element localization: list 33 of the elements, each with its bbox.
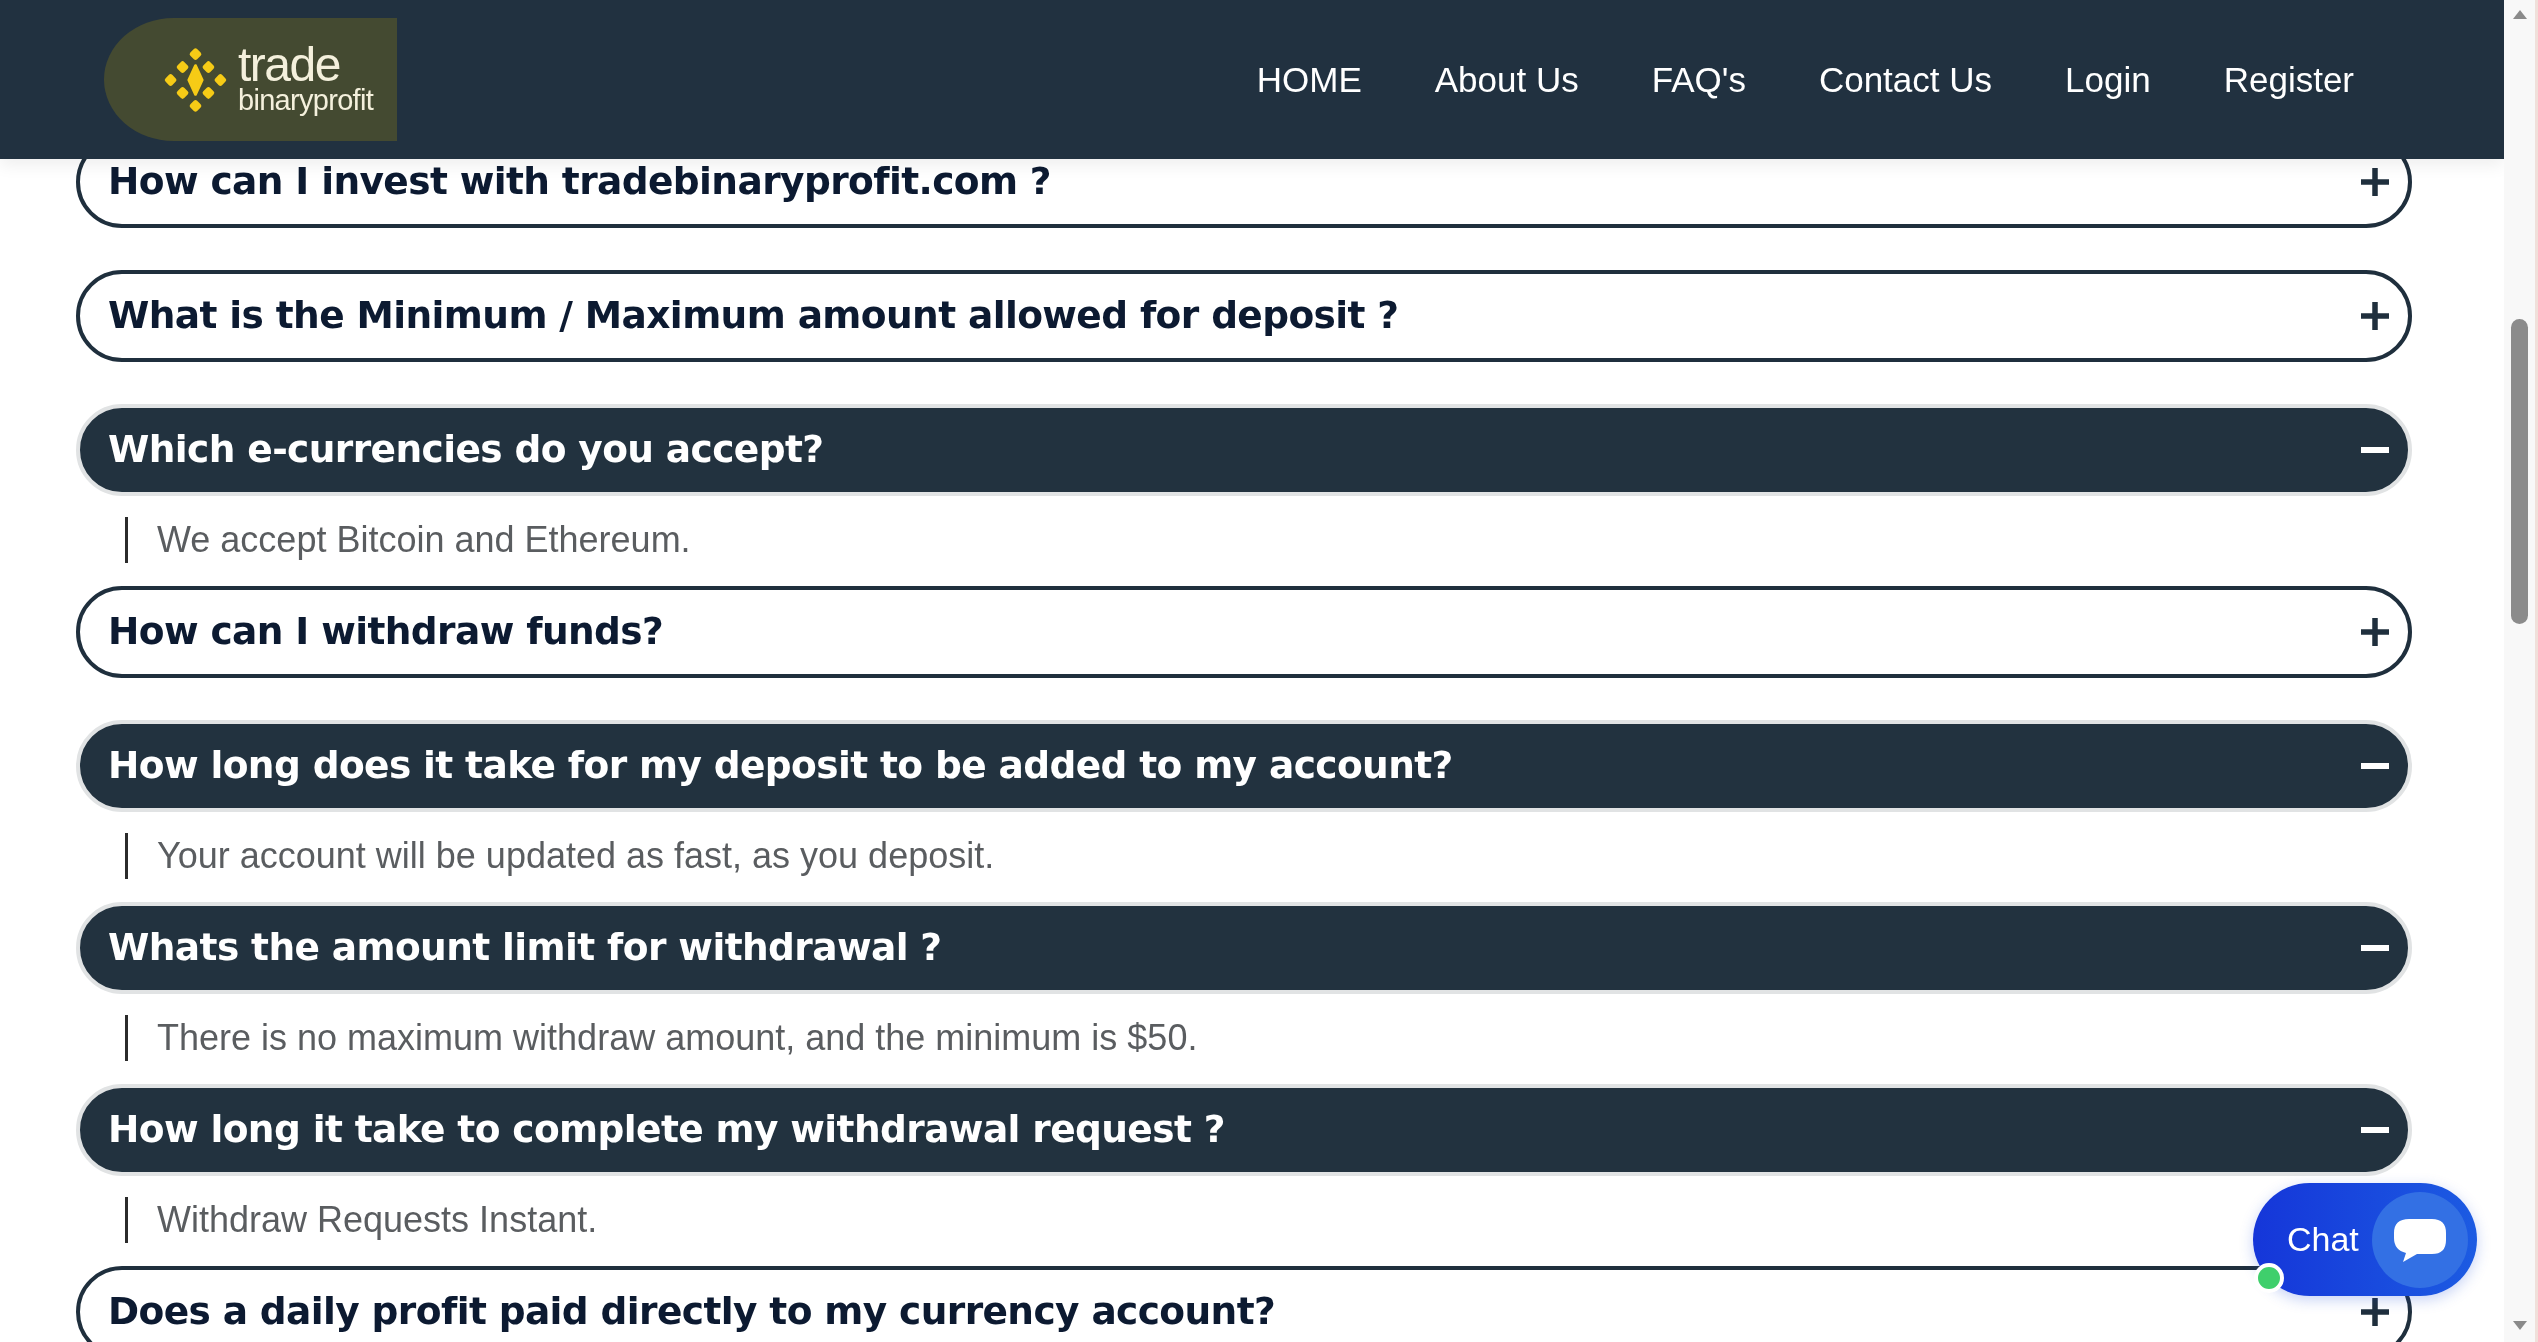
plus-icon xyxy=(2361,168,2389,196)
chat-bubble-icon xyxy=(2372,1191,2468,1288)
scrollbar[interactable] xyxy=(2504,0,2538,1342)
plus-icon xyxy=(2361,618,2389,646)
plus-icon xyxy=(2361,1298,2389,1326)
faq-answer: Your account will be updated as fast, as you deposit. xyxy=(125,833,995,879)
faq-answer: Withdraw Requests Instant. xyxy=(125,1197,598,1243)
faq-question[interactable]: Whats the amount limit for withdrawal ? xyxy=(76,902,2412,994)
scroll-up-icon xyxy=(2512,10,2527,19)
faq-question[interactable]: Which e-currencies do you accept? xyxy=(76,404,2412,496)
faq-question[interactable]: How can I invest with tradebinaryprofit.com ? xyxy=(76,159,2412,228)
chat-button[interactable]: Chat xyxy=(2253,1183,2477,1296)
faq-question[interactable]: How long it take to complete my withdrawal request ? xyxy=(76,1084,2412,1176)
minus-icon xyxy=(2361,447,2389,453)
minus-icon xyxy=(2361,945,2389,951)
minus-icon xyxy=(2361,1127,2389,1133)
nav-link[interactable]: Register xyxy=(2223,58,2354,101)
faq-question[interactable]: How can I withdraw funds? xyxy=(76,586,2412,678)
logo-badge[interactable]: trade binaryprofit xyxy=(104,18,397,141)
nav-link[interactable]: FAQ's xyxy=(1651,58,1746,101)
nav-link[interactable]: HOME xyxy=(1256,58,1362,101)
faq-answer: There is no maximum withdraw amount, and the minimum is $50. xyxy=(125,1015,1198,1061)
minus-icon xyxy=(2361,763,2389,769)
scrollbar-thumb[interactable] xyxy=(2511,319,2528,624)
nav-link[interactable]: About Us xyxy=(1434,58,1579,101)
faq-question[interactable]: How long does it take for my deposit to be added to my account? xyxy=(76,720,2412,812)
faq-question[interactable]: What is the Minimum / Maximum amount allowed for deposit ? xyxy=(76,270,2412,362)
faq-question[interactable]: Does a daily profit paid directly to my currency account? xyxy=(76,1266,2412,1342)
plus-icon xyxy=(2361,302,2389,330)
scroll-down-icon xyxy=(2512,1321,2527,1330)
nav-link[interactable]: Login xyxy=(2065,58,2151,101)
nav-link[interactable]: Contact Us xyxy=(1818,58,1993,101)
faq-answer: We accept Bitcoin and Ethereum. xyxy=(125,517,691,563)
